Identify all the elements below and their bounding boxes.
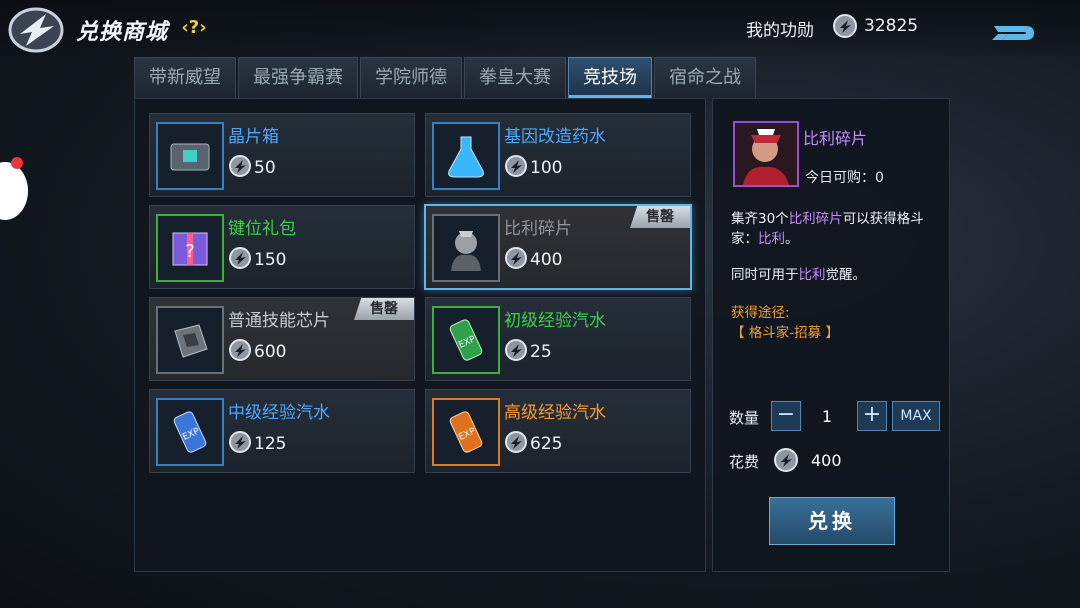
detail-item-name: 比利碎片 — [803, 129, 868, 148]
merit-coin-icon — [229, 339, 251, 361]
help-button[interactable]: ‹?› — [178, 16, 210, 40]
shop-item[interactable]: ? 键位礼包 150 — [149, 205, 415, 289]
merit-label: 我的功勋 — [746, 21, 814, 41]
top-bar: 兑换商城 ‹?› 我的功勋 32825 — [0, 0, 1080, 56]
item-detail-panel: 比利碎片 今日可购：0 集齐30个比利碎片可以获得格斗家：比利。 同时可用于比利… — [712, 98, 950, 572]
tab-zui-qiang-zheng-ba-sai[interactable]: 最强争霸赛 — [238, 57, 358, 98]
sold-out-badge: 售罄 — [630, 206, 690, 228]
merit-coin-icon — [505, 247, 527, 269]
tab-quan-huang-da-sai[interactable]: 拳皇大赛 — [464, 57, 566, 98]
shop-item[interactable]: 晶片箱 50 — [149, 113, 415, 197]
exp-soda-green-icon: EXP — [432, 306, 500, 374]
item-name: 高级经验汽水 — [504, 403, 606, 423]
merit-coin-icon — [505, 431, 527, 453]
item-name: 中级经验汽水 — [228, 403, 330, 423]
quantity-value: 1 — [821, 407, 833, 426]
exchange-button[interactable]: 兑换 — [769, 497, 895, 545]
item-grid: 晶片箱 50 基因改造药水 100 ? 键位礼包 150 比利碎片 400 售罄… — [134, 98, 706, 572]
item-description: 集齐30个比利碎片可以获得格斗家：比利。 — [731, 211, 924, 247]
source-link[interactable]: 【 格斗家-招募 】 — [731, 321, 839, 341]
source-label: 获得途径: — [731, 305, 790, 321]
merit-coin-icon — [505, 155, 527, 177]
billy-fragment-icon — [432, 214, 500, 282]
shop-item[interactable]: 基因改造药水 100 — [425, 113, 691, 197]
merit-coin-icon — [229, 247, 251, 269]
gene-potion-icon — [432, 122, 500, 190]
merit-coin-icon — [229, 431, 251, 453]
shop-logo-icon — [8, 7, 64, 53]
tab-xue-yuan-shi-de[interactable]: 学院师德 — [360, 57, 462, 98]
quantity-plus-button[interactable]: + — [857, 401, 887, 431]
item-name: 键位礼包 — [228, 219, 296, 239]
item-cost: 625 — [530, 434, 563, 454]
item-cost: 400 — [530, 250, 563, 270]
category-tabs: 带新威望 最强争霸赛 学院师德 拳皇大赛 竞技场 宿命之战 — [134, 57, 756, 99]
page-title: 兑换商城 — [76, 20, 169, 45]
item-name: 初级经验汽水 — [504, 311, 606, 331]
item-usage: 同时可用于比利觉醒。 — [731, 267, 866, 283]
exp-soda-blue-icon: EXP — [156, 398, 224, 466]
shop-item[interactable]: EXP 高级经验汽水 625 — [425, 389, 691, 473]
quantity-minus-button[interactable]: − — [771, 401, 801, 431]
shop-item-selected[interactable]: 比利碎片 400 售罄 — [424, 204, 692, 290]
tab-jing-ji-chang[interactable]: 竞技场 — [568, 57, 652, 98]
item-name: 基因改造药水 — [504, 127, 606, 147]
max-button[interactable]: MAX — [892, 401, 940, 431]
item-cost: 600 — [254, 342, 287, 362]
skill-chip-icon — [156, 306, 224, 374]
shop-item[interactable]: EXP 初级经验汽水 25 — [425, 297, 691, 381]
item-cost: 25 — [530, 342, 552, 362]
shop-item[interactable]: 普通技能芯片 600 售罄 — [149, 297, 415, 381]
billy-portrait-icon — [733, 121, 799, 187]
item-cost: 50 — [254, 158, 276, 178]
merit-coin-icon — [229, 155, 251, 177]
item-name: 晶片箱 — [228, 127, 279, 147]
cost-value: 400 — [811, 451, 842, 470]
merit-value: 32825 — [864, 16, 919, 36]
merit-coin-icon — [774, 448, 798, 472]
back-button[interactable] — [988, 18, 1038, 48]
daily-limit: 今日可购：0 — [805, 170, 884, 186]
sold-out-badge: 售罄 — [354, 298, 414, 320]
help-icon: ? — [188, 17, 200, 38]
quantity-label: 数量 — [729, 409, 760, 427]
tab-su-ming-zhi-zhan[interactable]: 宿命之战 — [654, 57, 756, 98]
chip-box-icon — [156, 122, 224, 190]
merit-coin-icon — [833, 14, 857, 38]
item-cost: 125 — [254, 434, 287, 454]
item-name: 比利碎片 — [504, 219, 572, 239]
item-cost: 150 — [254, 250, 287, 270]
exp-soda-orange-icon: EXP — [432, 398, 500, 466]
svg-text:?: ? — [185, 241, 195, 262]
item-cost: 100 — [530, 158, 563, 178]
side-event-badge[interactable] — [0, 162, 28, 220]
gift-box-icon: ? — [156, 214, 224, 282]
tab-dai-xin-wei-wang[interactable]: 带新威望 — [134, 57, 236, 98]
notification-dot — [11, 157, 23, 169]
shop-item[interactable]: EXP 中级经验汽水 125 — [149, 389, 415, 473]
item-name: 普通技能芯片 — [228, 311, 330, 331]
merit-coin-icon — [505, 339, 527, 361]
cost-label: 花费 — [729, 453, 760, 471]
